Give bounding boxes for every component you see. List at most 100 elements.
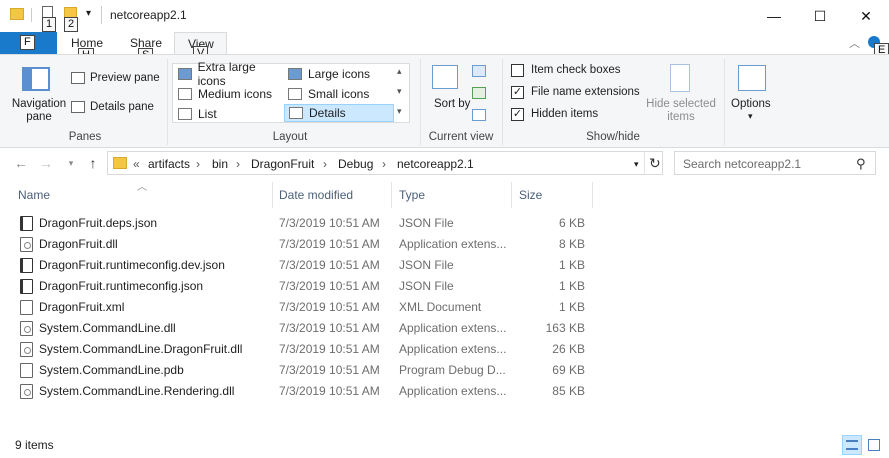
- file-type: Application extens...: [399, 237, 507, 251]
- file-type: Application extens...: [399, 321, 507, 335]
- recent-locations-chevron-icon[interactable]: ▾: [62, 155, 80, 171]
- preview-pane-button[interactable]: Preview pane: [90, 72, 160, 84]
- address-history-chevron-icon[interactable]: ▾: [634, 159, 639, 170]
- search-box[interactable]: Search netcoreapp2.1 ⚲: [674, 151, 876, 175]
- file-size: 69 KB: [552, 363, 585, 377]
- layout-details[interactable]: Details: [284, 104, 394, 122]
- hidden-items-label: Hidden items: [531, 108, 599, 120]
- file-size: 1 KB: [558, 279, 585, 293]
- add-columns-icon[interactable]: [472, 87, 486, 99]
- details-view-button[interactable]: [842, 435, 862, 455]
- xml-file-icon: [20, 300, 33, 315]
- forward-button[interactable]: →: [37, 155, 55, 171]
- file-row[interactable]: System.CommandLine.dll 7/3/2019 10:51 AM…: [16, 318, 596, 339]
- gallery-more-icon[interactable]: ▾: [397, 106, 402, 117]
- separator: [644, 152, 645, 174]
- gallery-down-icon[interactable]: ▾: [397, 86, 402, 97]
- file-row[interactable]: System.CommandLine.DragonFruit.dll 7/3/2…: [16, 339, 596, 360]
- dll-file-icon: [20, 237, 33, 252]
- layout-list[interactable]: List: [174, 105, 284, 123]
- address-bar[interactable]: « artifacts › bin › DragonFruit › Debug …: [107, 151, 663, 175]
- pdb-file-icon: [20, 363, 33, 378]
- file-size: 1 KB: [558, 300, 585, 314]
- customize-qa-chevron-icon[interactable]: ▾: [86, 8, 91, 19]
- collapse-ribbon-chevron-icon[interactable]: ︿: [849, 35, 860, 51]
- file-row[interactable]: DragonFruit.dll 7/3/2019 10:51 AM Applic…: [16, 234, 596, 255]
- current-view-group-label: Current view: [428, 131, 494, 143]
- file-row[interactable]: DragonFruit.xml 7/3/2019 10:51 AM XML Do…: [16, 297, 596, 318]
- item-check-boxes-checkbox[interactable]: [511, 64, 524, 77]
- preview-pane-icon: [71, 72, 85, 84]
- file-size: 85 KB: [552, 384, 585, 398]
- file-name: DragonFruit.xml: [39, 300, 125, 314]
- file-name-extensions-checkbox[interactable]: ✓: [511, 86, 524, 99]
- file-row[interactable]: System.CommandLine.pdb 7/3/2019 10:51 AM…: [16, 360, 596, 381]
- file-row[interactable]: DragonFruit.runtimeconfig.dev.json 7/3/2…: [16, 255, 596, 276]
- breadcrumb-debug[interactable]: Debug: [338, 157, 373, 171]
- file-row[interactable]: System.CommandLine.Rendering.dll 7/3/201…: [16, 381, 596, 402]
- layout-item-label: Extra large icons: [197, 60, 256, 88]
- breadcrumb-overflow[interactable]: «: [133, 157, 140, 171]
- file-row[interactable]: DragonFruit.runtimeconfig.json 7/3/2019 …: [16, 276, 596, 297]
- options-button[interactable]: Options: [731, 98, 771, 110]
- file-type: JSON File: [399, 258, 454, 272]
- navigation-pane-button[interactable]: Navigation pane: [9, 98, 69, 124]
- hide-selected-items-button[interactable]: Hide selected items: [646, 98, 716, 124]
- group-by-icon[interactable]: [472, 65, 486, 77]
- file-size: 6 KB: [558, 216, 585, 230]
- column-divider[interactable]: [272, 182, 273, 208]
- back-button[interactable]: ←: [12, 155, 30, 171]
- column-header-date[interactable]: Date modified: [279, 188, 353, 202]
- column-divider[interactable]: [592, 182, 593, 208]
- title-bar: 1 2 ▾ netcoreapp2.1 — ☐ ✕: [0, 0, 889, 32]
- layout-item-label: Small icons: [308, 87, 370, 101]
- search-icon: ⚲: [856, 156, 866, 171]
- navigation-pane-label: Navigation pane: [11, 98, 67, 123]
- up-button[interactable]: ↑: [84, 155, 102, 171]
- layout-extra-large-icons[interactable]: Extra large icons: [174, 60, 284, 88]
- layout-group-label: Layout: [272, 131, 308, 143]
- hidden-items-checkbox[interactable]: ✓: [511, 108, 524, 121]
- breadcrumb-dragonfruit[interactable]: DragonFruit: [251, 157, 314, 171]
- column-header-type[interactable]: Type: [399, 188, 425, 202]
- breadcrumb-netcoreapp[interactable]: netcoreapp2.1: [397, 157, 474, 171]
- column-header-name[interactable]: Name: [18, 188, 50, 202]
- list-icon: [178, 108, 192, 120]
- file-date: 7/3/2019 10:51 AM: [279, 321, 380, 335]
- column-divider[interactable]: [511, 182, 512, 208]
- file-date: 7/3/2019 10:51 AM: [279, 237, 380, 251]
- maximize-button[interactable]: ☐: [797, 0, 843, 32]
- layout-small-icons[interactable]: Small icons: [284, 85, 394, 103]
- tab-file[interactable]: F: [0, 32, 57, 54]
- layout-large-icons[interactable]: Large icons: [284, 65, 394, 83]
- sort-by-icon: [432, 65, 458, 89]
- refresh-icon[interactable]: ↻: [649, 155, 661, 172]
- dll-file-icon: [20, 321, 33, 336]
- sort-by-button[interactable]: Sort by: [434, 98, 470, 111]
- breadcrumb-separator-icon[interactable]: ›: [236, 157, 240, 171]
- separator: [31, 8, 32, 22]
- layout-medium-icons[interactable]: Medium icons: [174, 85, 284, 103]
- file-row[interactable]: DragonFruit.deps.json 7/3/2019 10:51 AM …: [16, 213, 596, 234]
- breadcrumb-artifacts[interactable]: artifacts: [148, 157, 190, 171]
- gallery-up-icon[interactable]: ▴: [397, 66, 402, 77]
- size-columns-icon[interactable]: [472, 109, 486, 121]
- file-type: XML Document: [399, 300, 482, 314]
- file-type: Program Debug D...: [399, 363, 506, 377]
- file-date: 7/3/2019 10:51 AM: [279, 300, 380, 314]
- separator: [420, 59, 421, 145]
- breadcrumb-bin[interactable]: bin: [212, 157, 228, 171]
- column-header-size[interactable]: Size: [519, 188, 542, 202]
- large-icons-view-button[interactable]: [864, 435, 884, 455]
- close-button[interactable]: ✕: [843, 0, 889, 32]
- breadcrumb-separator-icon[interactable]: ›: [323, 157, 327, 171]
- file-size: 8 KB: [558, 237, 585, 251]
- layout-item-label: Details: [309, 106, 346, 120]
- breadcrumb-separator-icon[interactable]: ›: [382, 157, 386, 171]
- details-pane-button[interactable]: Details pane: [90, 101, 154, 113]
- column-divider[interactable]: [391, 182, 392, 208]
- file-date: 7/3/2019 10:51 AM: [279, 216, 380, 230]
- breadcrumb-separator-icon[interactable]: ›: [196, 157, 200, 171]
- minimize-button[interactable]: —: [751, 0, 797, 32]
- file-name-extensions-label: File name extensions: [531, 86, 640, 98]
